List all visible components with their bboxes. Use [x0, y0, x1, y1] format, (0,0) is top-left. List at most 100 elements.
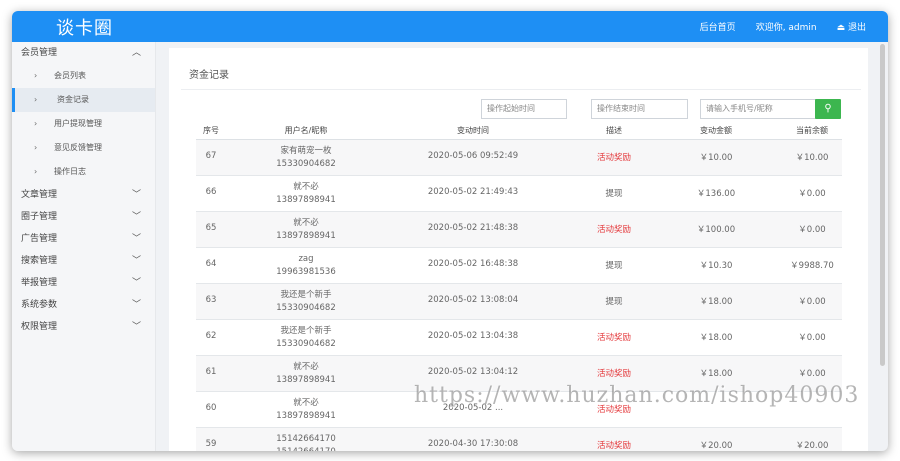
chevron-down-icon: ﹀: [131, 322, 141, 332]
header-balance: 当前余额: [796, 126, 828, 135]
header-desc: 描述: [606, 126, 622, 135]
table-row: 67 家有萌宠一枚 15330904682 2020-05-06 09:52:49…: [196, 140, 842, 176]
table-header: 序号 用户名/昵称 变动时间 描述 变动金额 当前余额: [196, 121, 842, 140]
search-icon: ⚲: [824, 103, 832, 114]
row-desc: 提现: [605, 189, 623, 199]
chevron-down-icon: ﹀: [131, 278, 141, 288]
row-desc: 活动奖励: [596, 369, 631, 379]
row-time: 2020-05-02 13:08:04: [427, 295, 519, 305]
end-time-input[interactable]: 操作结束时间: [591, 99, 688, 119]
row-desc: 提现: [605, 261, 623, 271]
row-id: 62: [205, 331, 217, 341]
row-id: 63: [205, 295, 217, 305]
sidebar-item-label: 操作日志: [54, 167, 86, 176]
sidebar-item-label: 资金记录: [57, 95, 89, 104]
chevron-right-icon: ›: [34, 167, 38, 176]
search-input[interactable]: 请输入手机号/昵称: [700, 99, 816, 119]
watermark-text: https://www.huzhan.com/ishop40903: [414, 383, 860, 408]
sidebar-item-label: 会员列表: [54, 71, 86, 80]
row-nickname: 就不必: [293, 182, 319, 192]
row-nickname: 就不必: [293, 218, 319, 228]
chevron-up-icon: ︿: [131, 48, 141, 58]
sidebar-group-articles[interactable]: 文章管理 ﹀: [12, 184, 155, 206]
top-bar: 谈卡圈 后台首页 欢迎你, admin ⏏ 退出: [12, 11, 888, 42]
chevron-down-icon: ﹀: [131, 234, 141, 244]
row-phone: 15330904682: [276, 339, 336, 349]
page-title: 资金记录: [189, 70, 229, 81]
top-nav: 后台首页 欢迎你, admin ⏏ 退出: [700, 20, 866, 33]
chevron-down-icon: ﹀: [131, 190, 141, 200]
sidebar-item-feedback[interactable]: › 意见反馈管理: [12, 136, 155, 160]
row-nickname: 就不必: [293, 398, 319, 408]
nav-home-link[interactable]: 后台首页: [700, 20, 736, 33]
sidebar-group-ads[interactable]: 广告管理 ﹀: [12, 228, 155, 250]
sidebar-item-logs[interactable]: › 操作日志: [12, 160, 155, 184]
sidebar-group-circles[interactable]: 圈子管理 ﹀: [12, 206, 155, 228]
row-phone: 13897898941: [276, 231, 336, 241]
row-phone: 15142664170: [226, 446, 386, 451]
row-id: 60: [205, 403, 217, 413]
sidebar-item-withdrawals[interactable]: › 用户提现管理: [12, 112, 155, 136]
nav-welcome-user[interactable]: 欢迎你, admin: [756, 20, 817, 33]
row-phone: 13897898941: [276, 195, 336, 205]
search-button[interactable]: ⚲: [815, 99, 841, 119]
sidebar-item-fund-records[interactable]: › 资金记录: [12, 88, 155, 112]
row-id: 66: [205, 187, 217, 197]
row-time: 2020-04-30 17:30:08: [427, 439, 519, 449]
row-nickname: zag: [298, 254, 314, 264]
row-amount: ￥18.00: [699, 369, 733, 379]
row-id: 59: [205, 439, 217, 449]
header-amount: 变动金额: [700, 126, 732, 135]
row-time: 2020-05-02 21:48:38: [427, 223, 519, 233]
chevron-right-icon: ›: [34, 71, 38, 80]
row-desc: 提现: [605, 297, 623, 307]
table-row: 64 zag 19963981536 2020-05-02 16:48:38 提现…: [196, 248, 842, 284]
sidebar-group-members[interactable]: 会员管理 ︿: [12, 42, 155, 64]
table-row: 59 15142664170 15142664170 2020-04-30 17:…: [196, 428, 842, 451]
header-time: 变动时间: [457, 126, 489, 135]
row-balance: ￥0.00: [798, 189, 826, 199]
chevron-right-icon: ›: [34, 119, 38, 128]
row-amount: ￥20.00: [699, 441, 733, 451]
row-amount: ￥18.00: [699, 297, 733, 307]
sidebar-group-label: 举报管理: [21, 278, 58, 288]
row-user: 就不必 13897898941: [226, 217, 386, 243]
row-balance: ￥0.00: [798, 369, 826, 379]
sidebar-group-label: 会员管理: [21, 48, 58, 58]
start-time-input[interactable]: 操作起始时间: [481, 99, 567, 119]
row-user: 就不必 13897898941: [226, 181, 386, 207]
row-amount: ￥10.00: [699, 153, 733, 163]
sidebar-group-label: 文章管理: [21, 190, 58, 200]
row-user: zag 19963981536: [226, 253, 386, 279]
sidebar-group-label: 广告管理: [21, 234, 58, 244]
row-desc: 活动奖励: [596, 225, 631, 235]
chevron-down-icon: ﹀: [131, 212, 141, 222]
vertical-scrollbar[interactable]: [880, 44, 885, 366]
row-balance: ￥10.00: [795, 153, 829, 163]
row-id: 67: [205, 151, 217, 161]
brand-logo[interactable]: 谈卡圈: [56, 14, 113, 40]
chevron-down-icon: ﹀: [131, 256, 141, 266]
row-balance: ￥20.00: [795, 441, 829, 451]
row-time: 2020-05-02 13:04:12: [427, 367, 519, 377]
row-user: 我还是个新手 15330904682: [226, 289, 386, 315]
sidebar-group-permissions[interactable]: 权限管理 ﹀: [12, 316, 155, 338]
row-amount: ￥10.30: [699, 261, 733, 271]
logout-button[interactable]: ⏏ 退出: [837, 20, 866, 33]
row-desc: 活动奖励: [596, 333, 631, 343]
sidebar-item-member-list[interactable]: › 会员列表: [12, 64, 155, 88]
sidebar-group-search[interactable]: 搜索管理 ﹀: [12, 250, 155, 272]
row-desc: 活动奖励: [596, 441, 631, 451]
row-phone: 13897898941: [276, 411, 336, 421]
row-time: 2020-05-02 13:04:38: [427, 331, 519, 341]
table-row: 66 就不必 13897898941 2020-05-02 21:49:43 提现…: [196, 176, 842, 212]
sidebar-item-label: 意见反馈管理: [54, 143, 102, 152]
chevron-right-icon: ›: [34, 143, 38, 152]
row-user: 就不必 13897898941: [226, 361, 386, 387]
sidebar-group-reports[interactable]: 举报管理 ﹀: [12, 272, 155, 294]
row-id: 65: [205, 223, 217, 233]
sidebar-group-system[interactable]: 系统参数 ﹀: [12, 294, 155, 316]
row-nickname: 我还是个新手: [280, 290, 332, 300]
row-time: 2020-05-02 16:48:38: [427, 259, 519, 269]
row-phone: 15330904682: [276, 303, 336, 313]
